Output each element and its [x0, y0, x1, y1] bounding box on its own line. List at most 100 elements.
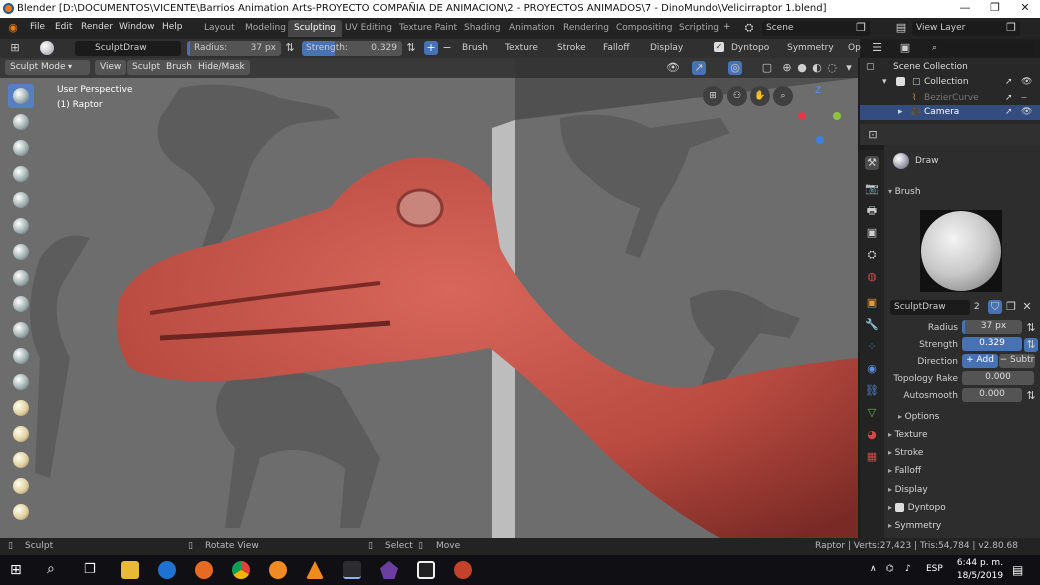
close-button[interactable]: ✕ — [1010, 1, 1040, 14]
strength-prop-field[interactable]: 0.329 — [962, 337, 1022, 351]
brush-preview-thumbnail[interactable] — [920, 210, 1002, 292]
search-icon[interactable]: ⌕ — [47, 561, 55, 577]
scene-icon[interactable]: ⛭ — [742, 21, 756, 35]
rendered-shading-icon[interactable]: ◌ — [825, 61, 839, 75]
display-mode-icon[interactable]: ▣ — [898, 41, 912, 55]
tool-flatten[interactable] — [8, 292, 34, 316]
mode-selector[interactable]: Sculpt Mode — [5, 60, 90, 75]
display-section[interactable]: Display — [888, 485, 928, 495]
ccleaner-icon[interactable] — [269, 561, 287, 579]
tab-modeling[interactable]: Modeling — [245, 23, 286, 33]
vlc-icon[interactable] — [306, 561, 324, 579]
tool-rotate[interactable] — [8, 500, 34, 524]
chrome-icon[interactable] — [232, 561, 250, 579]
axis-y-icon[interactable] — [833, 112, 841, 120]
render-tab-icon[interactable]: 📷 — [865, 182, 879, 196]
collection-visibility-icon[interactable]: 👁 — [1021, 77, 1032, 87]
add-direction-button[interactable]: + — [424, 41, 438, 55]
powerpoint-icon[interactable] — [454, 561, 472, 579]
tool-grab[interactable] — [8, 396, 34, 420]
tool-snake-hook[interactable] — [8, 422, 34, 446]
duplicate-brush-icon[interactable]: ❐ — [1004, 300, 1018, 314]
texture-menu[interactable]: Texture — [505, 43, 538, 53]
minimize-button[interactable]: — — [950, 1, 980, 14]
windows-start-icon[interactable]: ⊞ — [10, 562, 22, 578]
collection-select-icon[interactable]: ➚ — [1005, 77, 1013, 87]
dyntopo-section-checkbox[interactable] — [894, 503, 904, 512]
outliner-item-beziercurve[interactable]: BezierCurve — [924, 93, 979, 103]
brush-menu-vp[interactable]: Brush — [161, 60, 197, 75]
options-menu[interactable]: Op — [848, 43, 861, 53]
subtract-direction-button[interactable]: − — [440, 41, 454, 55]
tool-inflate[interactable] — [8, 188, 34, 212]
output-tab-icon[interactable]: 🖶 — [865, 204, 879, 218]
view-layer-tab-icon[interactable]: ▣ — [865, 226, 879, 240]
tab-uv-editing[interactable]: UV Editing — [345, 23, 392, 33]
clock-time[interactable]: 6:44 p. m. — [955, 558, 1005, 568]
affinity-icon[interactable] — [380, 561, 398, 579]
outliner-editor-icon[interactable]: ☰ — [870, 41, 884, 55]
radius-field[interactable]: Radius: 37 px — [187, 41, 281, 56]
stroke-menu[interactable]: Stroke — [557, 43, 586, 53]
keyboard-language[interactable]: ESP — [926, 564, 943, 574]
texture-section[interactable]: Texture — [888, 430, 928, 440]
world-tab-icon[interactable]: ◍ — [865, 270, 879, 284]
dyntopo-section[interactable]: Dyntopo — [888, 503, 946, 513]
scene-collection-label[interactable]: Scene Collection — [893, 62, 968, 72]
grid-view-icon[interactable]: ⊞ — [703, 86, 723, 106]
collection-checkbox[interactable] — [896, 77, 905, 86]
strength-pressure-icon[interactable]: ⇅ — [404, 41, 418, 55]
properties-editor-icon[interactable]: ⊡ — [866, 128, 880, 142]
tab-animation[interactable]: Animation — [509, 23, 555, 33]
tab-compositing[interactable]: Compositing — [616, 23, 672, 33]
zoom-icon[interactable]: ⌕ — [773, 86, 793, 106]
pan-hand-icon[interactable]: ✋ — [750, 86, 770, 106]
falloff-menu[interactable]: Falloff — [603, 43, 630, 53]
radius-pressure-icon[interactable]: ⇅ — [283, 41, 297, 55]
tool-draw[interactable] — [8, 84, 34, 108]
tool-clay-strips[interactable] — [8, 136, 34, 160]
material-shading-icon[interactable]: ◐ — [810, 61, 824, 75]
material-tab-icon[interactable]: ◕ — [865, 428, 879, 442]
notifications-icon[interactable]: ▤ — [1012, 563, 1023, 577]
tool-clay[interactable] — [8, 110, 34, 134]
object-tab-icon[interactable]: ▣ — [865, 296, 879, 310]
tray-volume-icon[interactable]: ♪ — [905, 564, 911, 574]
direction-add-button[interactable]: + Add — [962, 354, 998, 368]
add-workspace-button[interactable]: + — [723, 22, 731, 32]
axis-x-icon[interactable] — [798, 112, 806, 120]
brush-section-header[interactable]: Brush — [888, 187, 921, 197]
strength-field[interactable]: Strength: 0.329 — [302, 41, 402, 56]
firefox-icon[interactable] — [195, 561, 213, 579]
blender-taskbar-icon[interactable] — [343, 561, 361, 579]
topology-rake-field[interactable]: 0.000 — [962, 371, 1034, 385]
modifier-tab-icon[interactable]: 🔧 — [865, 318, 879, 332]
falloff-section[interactable]: Falloff — [888, 466, 922, 476]
tool-pinch[interactable] — [8, 370, 34, 394]
collection-label[interactable]: Collection — [924, 77, 969, 87]
view-menu[interactable]: View — [95, 60, 127, 75]
tool-fill[interactable] — [8, 318, 34, 342]
menu-help[interactable]: Help — [162, 22, 183, 32]
outliner-search-field[interactable]: ⌕ — [928, 41, 1034, 56]
tool-nudge[interactable] — [8, 474, 34, 498]
sculpt-menu[interactable]: Sculpt — [127, 60, 166, 75]
wireframe-shading-icon[interactable]: ⊕ — [780, 61, 794, 75]
stroke-section[interactable]: Stroke — [888, 448, 924, 458]
tab-rendering[interactable]: Rendering — [563, 23, 609, 33]
direction-subtract-button[interactable]: − Subtr — [999, 354, 1035, 368]
particles-tab-icon[interactable]: ⁘ — [865, 340, 879, 354]
autosmooth-field[interactable]: 0.000 — [962, 388, 1022, 402]
axis-neg-z-icon[interactable] — [816, 136, 824, 144]
editor-type-icon[interactable]: ⊞ — [8, 41, 22, 55]
camera-expand-icon[interactable]: ▸ — [898, 107, 903, 117]
edge-browser-icon[interactable] — [158, 561, 176, 579]
dyntopo-menu[interactable]: Dyntopo — [731, 43, 769, 53]
3d-viewport[interactable]: User Perspective (1) Raptor ⊞ ⚇ ✋ ⌕ Z — [0, 58, 858, 538]
view-object-types-icon[interactable]: 👁 — [666, 61, 680, 75]
restore-button[interactable]: ❐ — [980, 1, 1010, 14]
constraints-tab-icon[interactable]: ⛓ — [865, 384, 879, 398]
dyntopo-checkbox[interactable]: ✓ — [714, 42, 724, 52]
bezier-select-icon[interactable]: ➚ — [1005, 93, 1013, 103]
view-layer-icon[interactable]: ▤ — [894, 21, 908, 35]
